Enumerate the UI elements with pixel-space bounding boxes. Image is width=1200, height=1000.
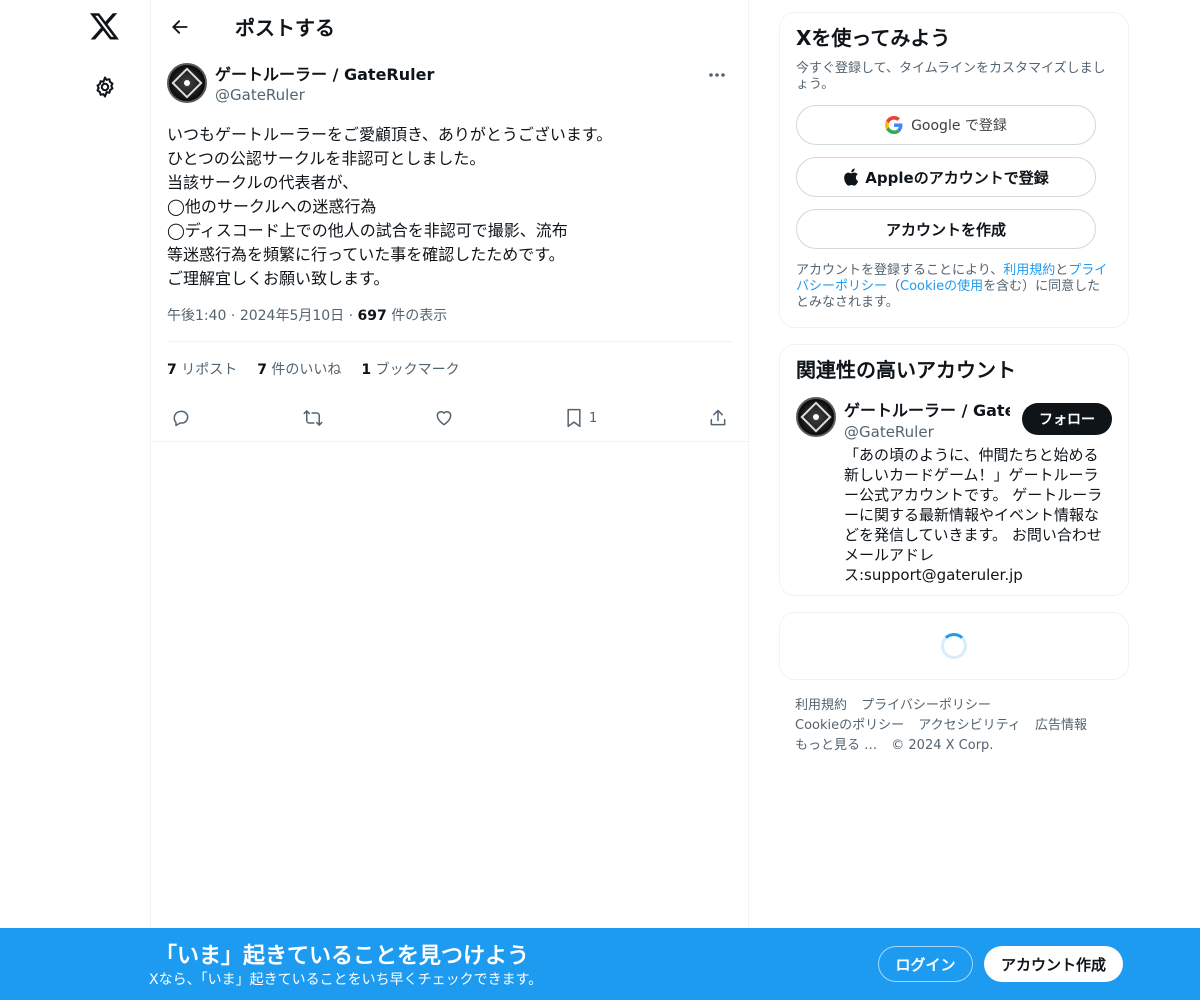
footer-copyright: © 2024 X Corp. [891, 738, 994, 753]
avatar[interactable] [167, 63, 207, 103]
bookmarks-label: ブックマーク [375, 361, 460, 378]
legal-paren: （ [887, 279, 901, 294]
google-signup-label: Google で登録 [911, 118, 1007, 134]
gear-icon[interactable] [90, 72, 120, 102]
banner-subtitle: Xなら、「いま」起きていることをいち早くチェックできます。 [149, 972, 543, 988]
login-button[interactable]: ログイン [878, 946, 973, 982]
loading-spinner-icon [941, 633, 967, 659]
likes-label: 件のいいね [271, 361, 342, 378]
bookmark-icon[interactable]: 1 [565, 408, 597, 428]
legal-cookie-link[interactable]: Cookieの使用 [900, 279, 983, 294]
tweet-meta: 午後1:40 · 2024年5月10日 · 697 件の表示 [167, 305, 732, 327]
loading-card [779, 612, 1129, 680]
reply-icon[interactable] [171, 408, 191, 428]
footer-more-link[interactable]: もっと見る … [795, 738, 877, 753]
x-logo-icon[interactable] [88, 10, 122, 44]
repost-icon[interactable] [302, 408, 324, 428]
right-sidebar: Xを使ってみよう 今すぐ登録して、タイムラインをカスタマイズしましょう。 Goo… [779, 12, 1129, 756]
page-title: ポストする [235, 16, 335, 40]
signup-card-title: Xを使ってみよう [796, 26, 951, 50]
apple-signup-label: Appleのアカウントで登録 [865, 168, 1049, 187]
back-arrow-icon[interactable] [163, 10, 197, 44]
bottom-signup-banner: 「いま」起きていることを見つけよう Xなら、「いま」起きていることをいち早くチェ… [0, 928, 1200, 1000]
tweet-actions: 1 [151, 395, 748, 442]
meta-dot: · [348, 308, 358, 324]
google-signup-button[interactable]: Google で登録 [796, 105, 1096, 145]
follow-button[interactable]: フォロー [1022, 403, 1112, 435]
apple-logo-icon [843, 168, 859, 186]
bookmarks-count: 1 [361, 361, 372, 378]
likes-stat[interactable]: 7 件のいいね [257, 359, 341, 379]
footer-links: 利用規約 プライバシーポリシー Cookieのポリシー アクセシビリティ 広告情… [779, 696, 1129, 756]
create-account-label: アカウントを作成 [885, 220, 1006, 239]
banner-title: 「いま」起きていることを見つけよう [155, 944, 530, 969]
views-label: 件の表示 [391, 308, 448, 324]
footer-accessibility-link[interactable]: アクセシビリティ [918, 718, 1021, 733]
legal-and: と [1055, 263, 1069, 278]
apple-signup-button[interactable]: Appleのアカウントで登録 [796, 157, 1096, 197]
reposts-count: 7 [167, 361, 177, 378]
likes-count: 7 [257, 361, 267, 378]
page-header: ポストする [151, 0, 748, 53]
tweet: ゲートルーラー / GateRuler @GateRuler いつもゲートルーラ… [151, 63, 748, 442]
tweet-author-row: ゲートルーラー / GateRuler @GateRuler [167, 63, 732, 115]
footer-ads-link[interactable]: 広告情報 [1035, 718, 1087, 733]
tweet-text: いつもゲートルーラーをご愛顧頂き、ありがとうございます。 ひとつの公認サークルを… [167, 125, 613, 288]
related-account-row[interactable]: ゲートルーラー / GateRuler @GateRuler フォロー [796, 397, 1112, 441]
left-nav [0, 0, 150, 1000]
reposts-label: リポスト [181, 361, 238, 378]
related-card-title: 関連性の高いアカウント [796, 358, 1016, 382]
bookmarks-stat[interactable]: 1 ブックマーク [361, 359, 459, 379]
signup-card-subtitle: 今すぐ登録して、タイムラインをカスタマイズしましょう。 [796, 61, 1106, 92]
meta-dot: · [230, 308, 240, 324]
google-g-icon [885, 116, 903, 134]
related-account-name[interactable]: ゲートルーラー / GateRuler [844, 397, 1010, 421]
related-account-bio: 「あの頃のように、仲間たちと始める新しいカードゲーム！」ゲートルーラー公式アカウ… [844, 446, 1103, 584]
avatar[interactable] [796, 397, 836, 437]
create-account-button[interactable]: アカウントを作成 [796, 209, 1096, 249]
share-icon[interactable] [708, 408, 728, 428]
tweet-time[interactable]: 午後1:40 [167, 308, 226, 324]
main-column: ポストする ゲートルーラー / GateRuler @GateRuler いつも… [150, 0, 749, 1000]
footer-privacy-link[interactable]: プライバシーポリシー [861, 698, 991, 713]
bookmark-action-count: 1 [589, 410, 598, 426]
tweet-stats: 7 リポスト 7 件のいいね 1 ブックマーク [167, 342, 732, 395]
related-accounts-card: 関連性の高いアカウント ゲートルーラー / GateRuler @GateRul… [779, 344, 1129, 596]
more-options-icon[interactable] [702, 65, 732, 85]
like-heart-icon[interactable] [434, 408, 454, 428]
views-count: 697 [357, 308, 387, 324]
legal-prefix: アカウントを登録することにより、 [796, 263, 1004, 278]
signup-card: Xを使ってみよう 今すぐ登録して、タイムラインをカスタマイズしましょう。 Goo… [779, 12, 1129, 328]
legal-terms-link[interactable]: 利用規約 [1003, 263, 1055, 278]
tweet-date[interactable]: 2024年5月10日 [240, 308, 344, 324]
author-name[interactable]: ゲートルーラー / GateRuler [215, 65, 434, 85]
reposts-stat[interactable]: 7 リポスト [167, 359, 237, 379]
signup-button[interactable]: アカウント作成 [984, 946, 1123, 982]
footer-cookie-link[interactable]: Cookieのポリシー [795, 718, 904, 733]
signup-legal-text: アカウントを登録することにより、利用規約とプライバシーポリシー（Cookieの使… [796, 263, 1112, 311]
author-names: ゲートルーラー / GateRuler @GateRuler [215, 65, 434, 105]
author-handle[interactable]: @GateRuler [215, 85, 434, 105]
footer-terms-link[interactable]: 利用規約 [795, 698, 847, 713]
